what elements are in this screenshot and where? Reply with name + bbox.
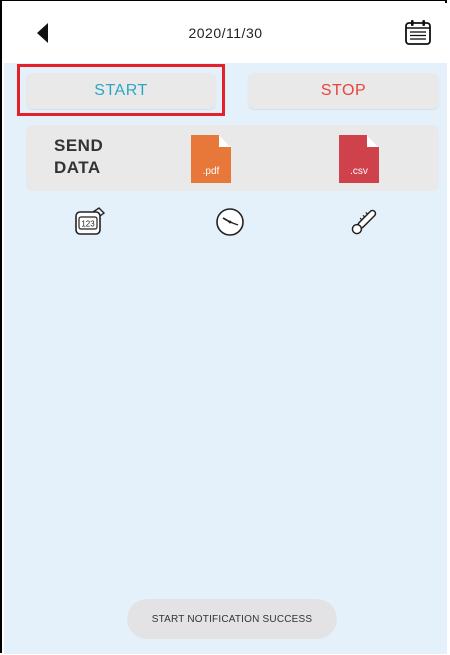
counter-123-icon: 123 bbox=[75, 207, 106, 235]
send-data-label: SEND DATA bbox=[54, 135, 103, 179]
toast-notification: START NOTIFICATION SUCCESS bbox=[127, 599, 337, 639]
send-pdf-button[interactable]: .pdf bbox=[191, 135, 231, 183]
clock-icon bbox=[216, 208, 244, 236]
send-data-panel: SEND DATA .pdf .csv bbox=[26, 125, 439, 191]
calendar-icon bbox=[405, 20, 431, 45]
clock-button[interactable] bbox=[211, 203, 249, 241]
app-frame: 2020/11/30 START STOP SEND DATA .pdf .cs… bbox=[0, 0, 447, 654]
start-button[interactable]: START bbox=[26, 73, 216, 109]
header: 2020/11/30 bbox=[4, 3, 447, 63]
thermometer-button[interactable] bbox=[345, 203, 383, 241]
counter-button[interactable]: 123 bbox=[71, 203, 109, 241]
send-csv-button[interactable]: .csv bbox=[339, 135, 379, 183]
main-content: START STOP SEND DATA .pdf .csv 123 START… bbox=[4, 63, 447, 654]
date-label: 2020/11/30 bbox=[188, 25, 263, 41]
svg-text:123: 123 bbox=[81, 220, 95, 229]
thermometer-icon bbox=[351, 209, 377, 235]
csv-label: .csv bbox=[350, 166, 368, 177]
stop-button[interactable]: STOP bbox=[248, 73, 439, 109]
pdf-label: .pdf bbox=[202, 166, 220, 177]
send-data-label-line1: SEND bbox=[54, 136, 104, 155]
calendar-button[interactable] bbox=[401, 15, 435, 49]
send-data-label-line2: DATA bbox=[54, 158, 101, 177]
